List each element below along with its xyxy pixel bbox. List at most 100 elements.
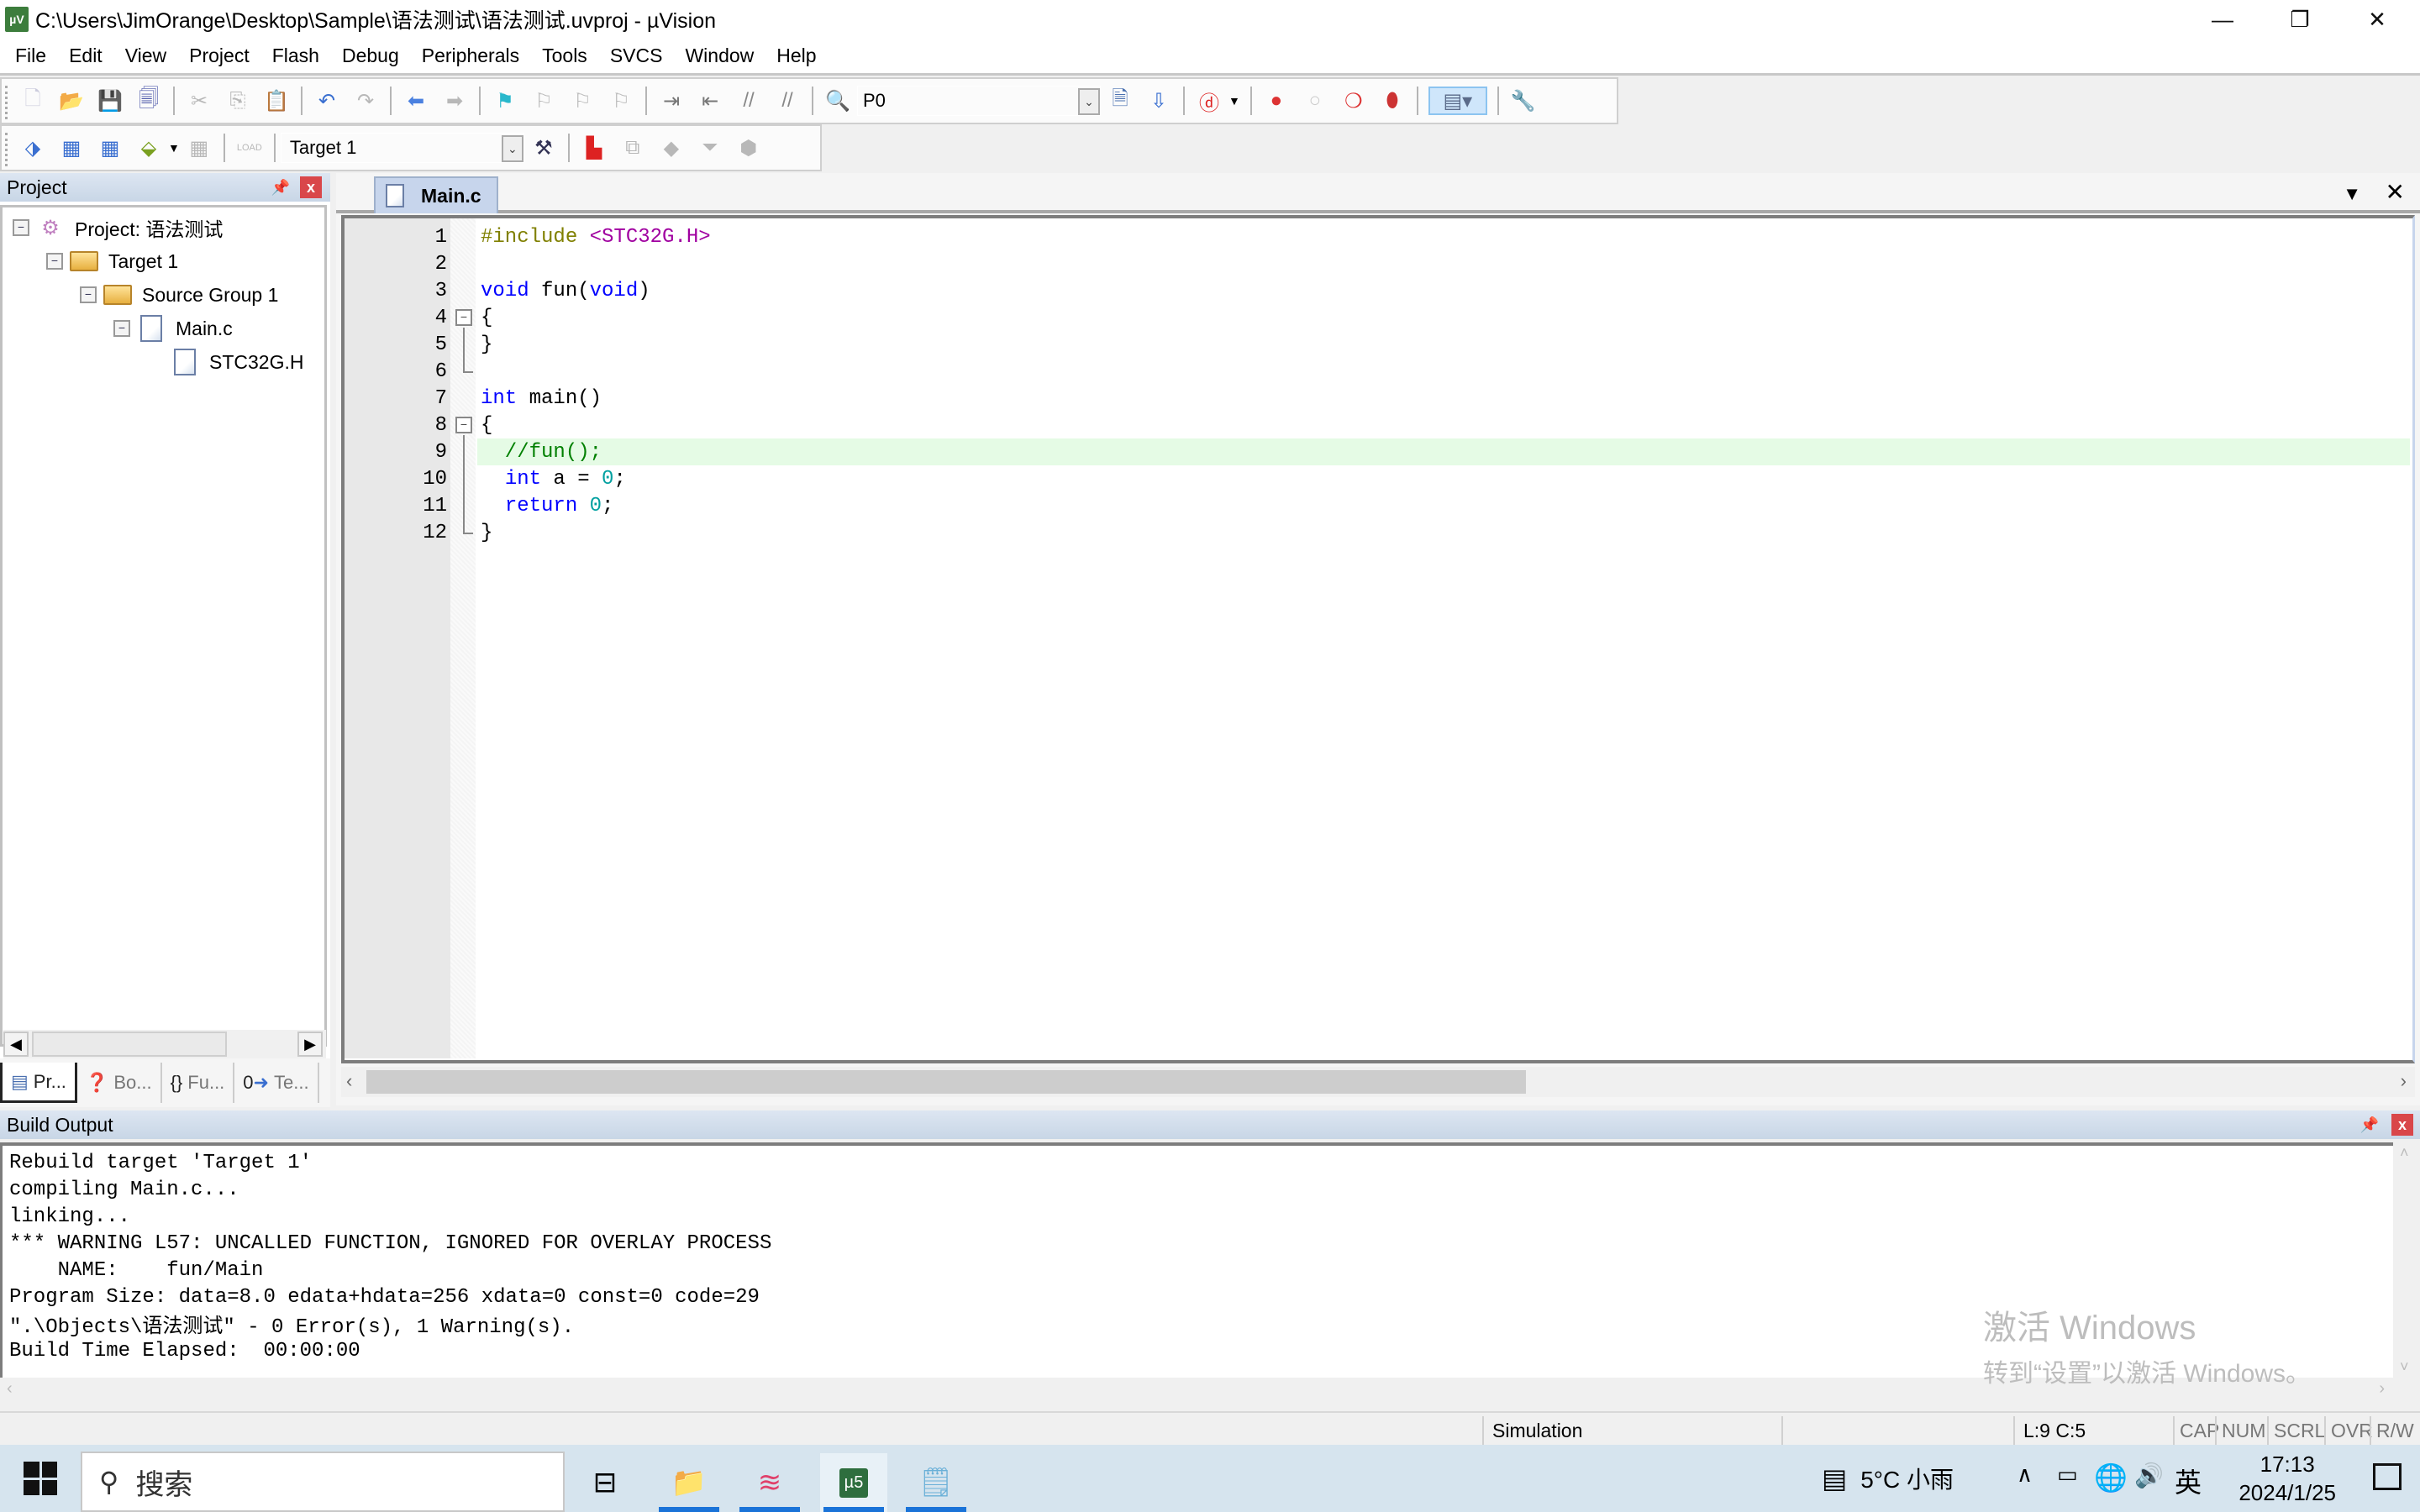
prev-bookmark-icon[interactable]: ⚐ bbox=[529, 87, 558, 115]
scroll-left-icon[interactable]: ◀ bbox=[3, 1032, 29, 1057]
build-output-text[interactable]: Rebuild target 'Target 1' compiling Main.… bbox=[0, 1142, 2393, 1378]
fold-toggle-icon[interactable]: − bbox=[455, 417, 472, 433]
bookmark-icon[interactable]: ⚑ bbox=[491, 87, 519, 115]
enable-breakpoint-icon[interactable]: ○ bbox=[1301, 87, 1329, 115]
disable-all-breakpoints-icon[interactable]: ❍ bbox=[1339, 87, 1368, 115]
configure-icon[interactable]: 🔧 bbox=[1509, 87, 1538, 115]
scroll-right-icon[interactable]: › bbox=[2379, 1379, 2385, 1399]
weather-widget[interactable]: ▤ 5°C 小雨 bbox=[1822, 1462, 1954, 1495]
stop-build-icon[interactable]: ▦ bbox=[185, 134, 213, 162]
uncomment-icon[interactable]: // bbox=[773, 87, 802, 115]
toolbar-grip[interactable] bbox=[5, 86, 8, 119]
battery-icon[interactable]: ▭ bbox=[2057, 1462, 2078, 1488]
tree-item-source-group[interactable]: − Source Group 1 bbox=[80, 278, 278, 312]
select-software-packs-icon[interactable]: ⏷ bbox=[696, 134, 724, 162]
tab-main-c[interactable]: Main.c bbox=[374, 176, 498, 213]
dropdown-arrow-icon[interactable]: ▼ bbox=[168, 141, 180, 155]
menu-help[interactable]: Help bbox=[766, 45, 826, 67]
find-icon[interactable]: 🗎 bbox=[1106, 87, 1134, 115]
code-line[interactable]: 4{ bbox=[345, 304, 2412, 331]
taskbar-file-explorer[interactable]: 📁 bbox=[655, 1453, 723, 1512]
collapse-icon[interactable]: − bbox=[80, 286, 97, 303]
batch-build-icon[interactable]: ⬙ bbox=[134, 134, 163, 162]
tab-books[interactable]: ❓ Bo... bbox=[77, 1063, 162, 1103]
code-line[interactable]: 5} bbox=[345, 331, 2412, 358]
volume-icon[interactable]: 🔊 bbox=[2134, 1462, 2164, 1489]
tree-item-main-c[interactable]: − Main.c bbox=[113, 312, 233, 345]
target-select[interactable]: Target 1 ⌄ bbox=[280, 133, 524, 163]
navigate-back-icon[interactable]: ⬅ bbox=[402, 87, 430, 115]
target-options-icon[interactable]: ⚒ bbox=[529, 134, 558, 162]
find-in-files-icon[interactable]: 🔍 bbox=[823, 87, 852, 115]
taskbar-uvision[interactable]: µ5 bbox=[820, 1453, 887, 1512]
toolbar-grip[interactable] bbox=[5, 133, 8, 166]
redo-icon[interactable]: ↷ bbox=[351, 87, 380, 115]
copy-icon[interactable]: ⎘ bbox=[224, 87, 252, 115]
show-hidden-icons-icon[interactable]: ∧ bbox=[2017, 1462, 2033, 1488]
code-line[interactable]: 10 int a = 0; bbox=[345, 465, 2412, 492]
paste-icon[interactable]: 📋 bbox=[262, 87, 291, 115]
code-line[interactable]: 7 int main() bbox=[345, 385, 2412, 412]
scroll-left-icon[interactable]: ‹ bbox=[7, 1379, 13, 1399]
pin-icon[interactable]: 📌 bbox=[271, 177, 291, 197]
taskbar-search[interactable]: ⚲ 搜索 bbox=[81, 1452, 565, 1512]
fold-toggle-icon[interactable]: − bbox=[455, 309, 472, 326]
build-hscrollbar[interactable]: ‹ › bbox=[0, 1378, 2420, 1404]
pack-installer-icon[interactable]: ⬢ bbox=[734, 134, 763, 162]
save-all-icon[interactable]: 🗐 bbox=[134, 87, 163, 115]
indent-icon[interactable]: ⇥ bbox=[657, 87, 686, 115]
task-view-button[interactable]: ⊟ bbox=[571, 1453, 639, 1512]
save-icon[interactable]: 💾 bbox=[96, 87, 124, 115]
undo-icon[interactable]: ↶ bbox=[313, 87, 341, 115]
scroll-up-icon[interactable]: ˄ bbox=[2400, 1144, 2409, 1162]
chevron-down-icon[interactable]: ⌄ bbox=[1078, 88, 1100, 115]
open-file-icon[interactable]: 📂 bbox=[57, 87, 86, 115]
menu-edit[interactable]: Edit bbox=[59, 45, 113, 67]
code-line[interactable]: 9 //fun(); bbox=[345, 438, 2412, 465]
menu-file[interactable]: File bbox=[5, 45, 56, 67]
tree-item-project[interactable]: − ⚙ Project: 语法测试 bbox=[13, 211, 223, 244]
scroll-thumb[interactable] bbox=[366, 1070, 1526, 1094]
next-bookmark-icon[interactable]: ⚐ bbox=[568, 87, 597, 115]
network-icon[interactable]: 🌐 bbox=[2094, 1462, 2128, 1494]
clock[interactable]: 17:13 2024/1/25 bbox=[2238, 1450, 2336, 1507]
code-line[interactable]: 1 #include <STC32G.H> bbox=[345, 223, 2412, 250]
menu-view[interactable]: View bbox=[115, 45, 176, 67]
manage-run-time-env-icon[interactable]: ◆ bbox=[657, 134, 686, 162]
scroll-right-icon[interactable]: › bbox=[2401, 1070, 2407, 1092]
tab-templates[interactable]: 0➜ Te... bbox=[234, 1063, 319, 1103]
scroll-left-icon[interactable]: ‹ bbox=[346, 1070, 352, 1092]
menu-debug[interactable]: Debug bbox=[332, 45, 409, 67]
manage-project-items-icon[interactable]: ▙ bbox=[580, 134, 608, 162]
close-panel-button[interactable]: x bbox=[300, 176, 322, 198]
pin-icon[interactable]: 📌 bbox=[2360, 1115, 2380, 1135]
build-icon[interactable]: ▦ bbox=[57, 134, 86, 162]
insert-breakpoint-icon[interactable]: ● bbox=[1262, 87, 1291, 115]
download-icon[interactable]: LOAD bbox=[235, 134, 264, 162]
taskbar-stc-isp[interactable]: ≋ bbox=[736, 1453, 803, 1512]
code-line[interactable]: 3 void fun(void) bbox=[345, 277, 2412, 304]
close-button[interactable]: ✕ bbox=[2339, 0, 2415, 39]
collapse-icon[interactable]: − bbox=[113, 320, 130, 337]
collapse-icon[interactable]: − bbox=[13, 219, 29, 236]
start-button[interactable] bbox=[24, 1462, 57, 1495]
code-line[interactable]: 11 return 0; bbox=[345, 492, 2412, 519]
dropdown-arrow-icon[interactable]: ▼ bbox=[1228, 94, 1240, 108]
close-tab-icon[interactable]: ✕ bbox=[2386, 178, 2405, 206]
tab-list-dropdown-icon[interactable]: ▼ bbox=[2343, 183, 2361, 205]
window-layout-icon[interactable]: ▤▾ bbox=[1428, 87, 1487, 115]
clear-bookmarks-icon[interactable]: ⚐ bbox=[607, 87, 635, 115]
code-editor[interactable]: 1 #include <STC32G.H> 2 3 void fun(void) 4{5}… bbox=[341, 215, 2415, 1063]
new-file-icon[interactable]: 🗋 bbox=[18, 87, 47, 115]
debug-session-icon[interactable]: ⓓ bbox=[1195, 87, 1223, 115]
tab-project[interactable]: ▤ Pr... bbox=[0, 1063, 77, 1103]
collapse-icon[interactable]: − bbox=[46, 253, 63, 270]
menu-tools[interactable]: Tools bbox=[532, 45, 597, 67]
incremental-find-icon[interactable]: ⇩ bbox=[1144, 87, 1173, 115]
tree-item-target[interactable]: − Target 1 bbox=[46, 244, 178, 278]
close-panel-button[interactable]: x bbox=[2391, 1114, 2413, 1136]
kill-all-breakpoints-icon[interactable]: ⬮ bbox=[1378, 87, 1407, 115]
tab-functions[interactable]: {} Fu... bbox=[162, 1063, 235, 1103]
find-combo[interactable]: P0 ⌄ bbox=[857, 86, 1101, 116]
rebuild-icon[interactable]: ▦ bbox=[96, 134, 124, 162]
